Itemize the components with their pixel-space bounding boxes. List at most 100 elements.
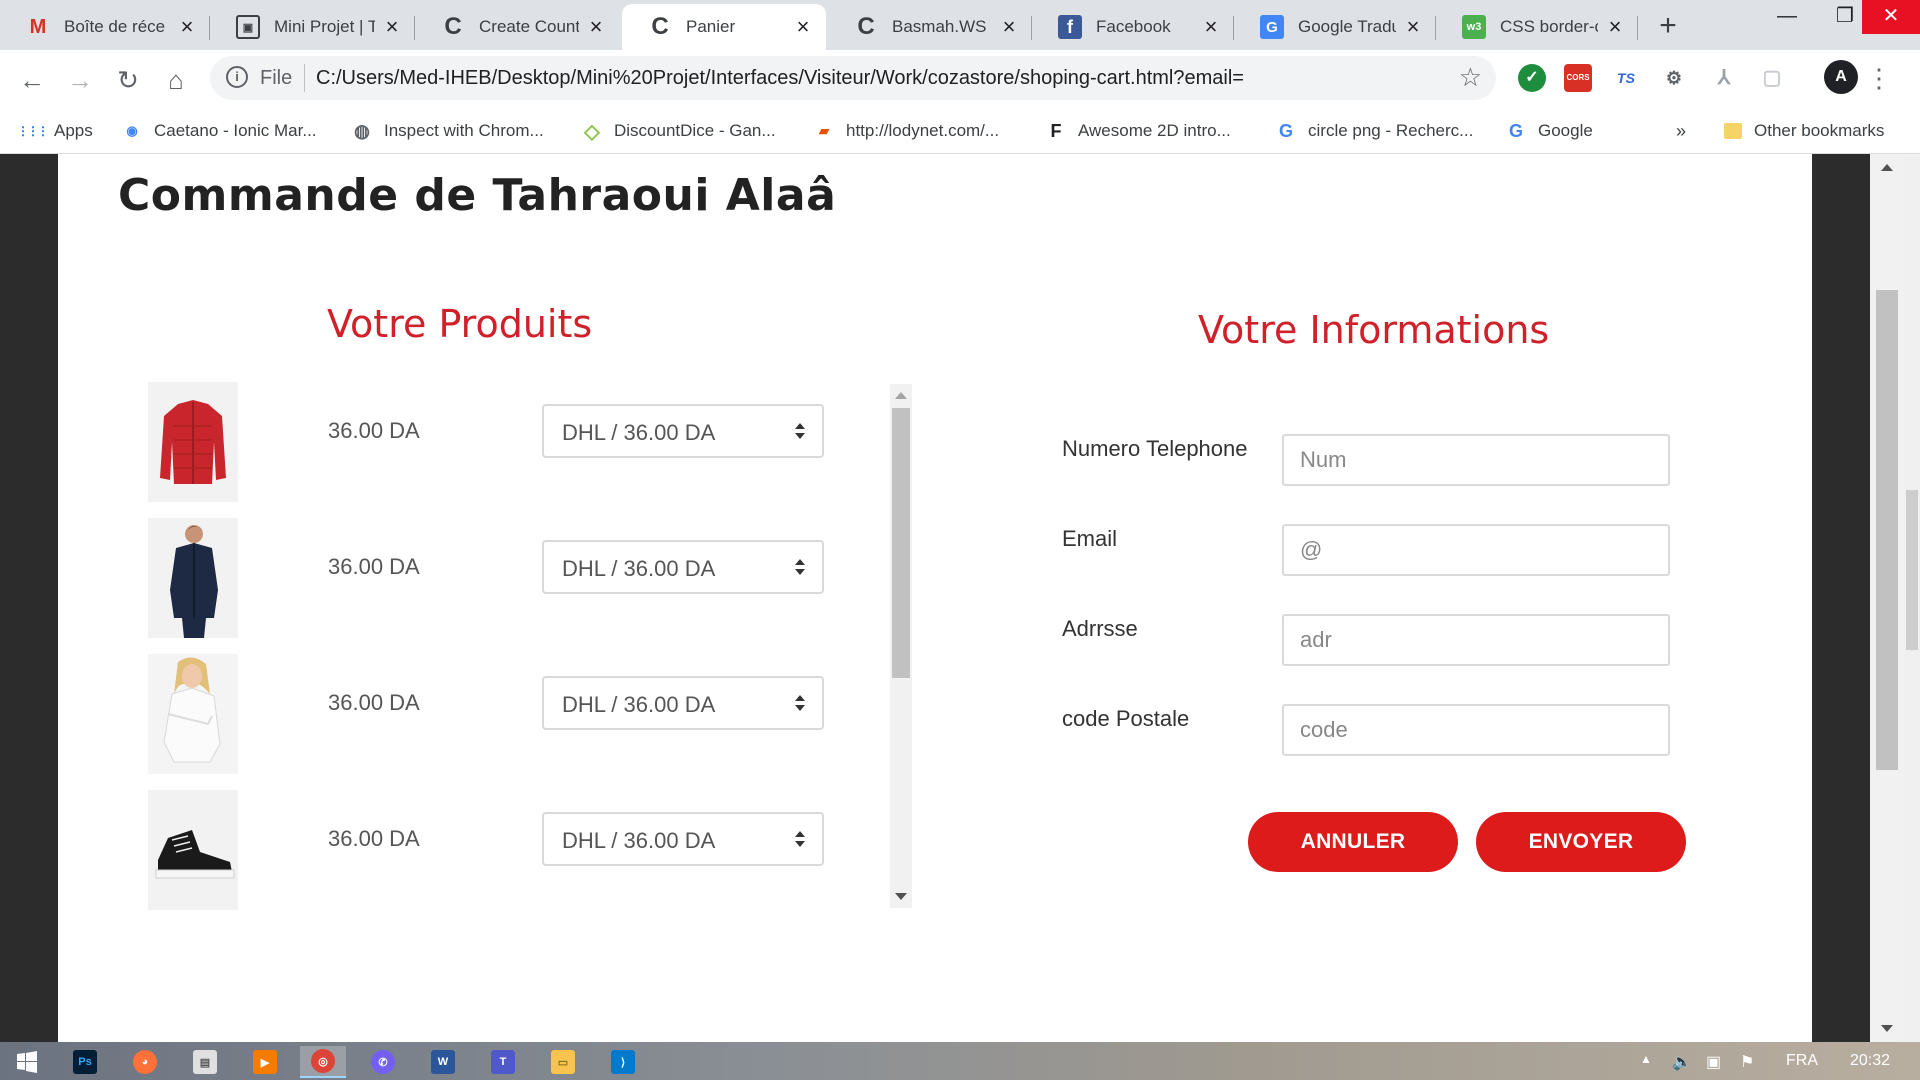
tab-facebook[interactable]: f Facebook ×: [1032, 4, 1234, 50]
tab-gmail[interactable]: M Boîte de réce ×: [0, 4, 210, 50]
chrome-icon[interactable]: ◎: [300, 1046, 346, 1078]
postal-code-input[interactable]: [1282, 704, 1670, 756]
page-scrollbar[interactable]: [1870, 154, 1904, 1042]
profile-avatar[interactable]: A: [1824, 60, 1858, 94]
url-text[interactable]: C:/Users/Med-IHEB/Desktop/Mini%20Projet/…: [316, 67, 1244, 90]
reload-icon[interactable]: ↻: [110, 62, 146, 98]
close-icon[interactable]: ×: [792, 14, 814, 40]
teams-icon[interactable]: T: [480, 1046, 526, 1078]
info-icon[interactable]: i: [226, 66, 248, 88]
shipping-select[interactable]: DHL / 36.00 DA: [542, 812, 824, 866]
shipping-select[interactable]: DHL / 36.00 DA: [542, 540, 824, 594]
clipboard-extension-icon[interactable]: ▢: [1758, 64, 1786, 92]
codepen-icon: C: [444, 13, 462, 40]
bookmark-caetano[interactable]: ◉ Caetano - Ionic Mar...: [122, 118, 316, 144]
close-icon[interactable]: ×: [1402, 14, 1424, 40]
phone-input[interactable]: [1282, 434, 1670, 486]
shipping-select-value: DHL / 36.00 DA: [562, 828, 716, 853]
tab-create-count[interactable]: C Create Count ×: [415, 4, 619, 50]
scroll-up-arrow-icon[interactable]: [895, 392, 907, 399]
email-input[interactable]: [1282, 524, 1670, 576]
diamond-icon: ◇: [584, 120, 600, 143]
media-player-icon[interactable]: ▶: [242, 1046, 288, 1078]
bookmark-lodynet[interactable]: ▰ http://lodynet.com/...: [814, 118, 999, 144]
black-sneaker-image: [148, 790, 238, 910]
scrollbar-thumb[interactable]: [892, 408, 910, 678]
tray-overflow-icon[interactable]: ▲: [1640, 1052, 1652, 1066]
phone-label: Numero Telephone: [1062, 436, 1248, 461]
firefox-icon[interactable]: ◕: [122, 1046, 168, 1078]
google-icon: G: [1278, 120, 1293, 141]
email-label: Email: [1062, 526, 1118, 551]
shipping-select[interactable]: DHL / 36.00 DA: [542, 676, 824, 730]
pdf-extension-icon[interactable]: ⅄: [1710, 64, 1738, 92]
red-jacket-image: [148, 382, 238, 502]
minimize-button[interactable]: —: [1758, 0, 1816, 34]
gear-extension-icon[interactable]: ⚙: [1660, 64, 1688, 92]
clock-time[interactable]: 20:32: [1850, 1052, 1890, 1070]
viber-icon[interactable]: ✆: [360, 1046, 406, 1078]
bookmark-google[interactable]: G Google: [1506, 118, 1593, 144]
bookmark-label: circle png - Recherc...: [1308, 121, 1474, 140]
tab-css-border[interactable]: w3 CSS border-c ×: [1436, 4, 1638, 50]
file-icon[interactable]: ▤: [182, 1046, 228, 1078]
white-shirt-woman-image: [148, 654, 238, 774]
scroll-down-arrow-icon[interactable]: [895, 893, 907, 900]
close-icon[interactable]: ×: [176, 14, 198, 40]
bookmarks-overflow-button[interactable]: »: [1676, 118, 1686, 144]
tab-google-translate[interactable]: G Google Tradu ×: [1234, 4, 1436, 50]
scroll-up-arrow-icon[interactable]: [1881, 164, 1893, 171]
close-icon[interactable]: ×: [998, 14, 1020, 40]
scrollbar-thumb[interactable]: [1906, 490, 1918, 650]
tab-title: CSS border-c: [1500, 17, 1598, 36]
bookmark-page-icon: ◉: [126, 123, 138, 138]
home-icon[interactable]: ⌂: [158, 62, 194, 98]
window-close-button[interactable]: ✕: [1862, 0, 1920, 34]
bookmark-apps[interactable]: ⋮⋮⋮ Apps: [17, 118, 93, 144]
bookmark-inspect[interactable]: ◍ Inspect with Chrom...: [352, 118, 544, 144]
cancel-button[interactable]: ANNULER: [1248, 812, 1458, 872]
forward-arrow-icon[interactable]: →: [62, 62, 98, 98]
shipping-select[interactable]: DHL / 36.00 DA: [542, 404, 824, 458]
action-center-flag-icon[interactable]: ⚑: [1740, 1052, 1754, 1072]
bookmark-discountdice[interactable]: ◇ DiscountDice - Gan...: [582, 118, 775, 144]
address-input[interactable]: [1282, 614, 1670, 666]
language-indicator[interactable]: FRA: [1786, 1052, 1818, 1070]
codepen-icon: C: [651, 13, 669, 40]
close-icon[interactable]: ×: [381, 14, 403, 40]
tab-panier[interactable]: C Panier ×: [622, 4, 826, 50]
page-container: Commande de Tahraoui Alaâ Votre Produits…: [58, 154, 1812, 1042]
window-scrollbar[interactable]: [1904, 154, 1920, 1042]
product-list-scrollbar[interactable]: [890, 384, 912, 908]
back-arrow-icon[interactable]: ←: [14, 62, 50, 98]
windows-start-icon[interactable]: [4, 1046, 50, 1078]
file-explorer-icon[interactable]: ▭: [540, 1046, 586, 1078]
facebook-icon: f: [1058, 15, 1082, 39]
address-label: Adrrsse: [1062, 616, 1138, 641]
bookmark-circle-png[interactable]: G circle png - Recherc...: [1276, 118, 1473, 144]
word-icon[interactable]: W: [420, 1046, 466, 1078]
tab-mini-projet[interactable]: ▣ Mini Projet | T ×: [210, 4, 415, 50]
star-icon[interactable]: ☆: [1459, 62, 1482, 93]
scrollbar-thumb[interactable]: [1876, 290, 1898, 770]
menu-dots-icon[interactable]: ⋮: [1866, 58, 1892, 98]
address-bar[interactable]: i File C:/Users/Med-IHEB/Desktop/Mini%20…: [210, 56, 1496, 100]
windows-taskbar: Ps ◕ ▤ ▶ ◎ ✆ W T ▭ ⟩ ▲ 🔈 ▣ ⚑ FRA 20:32: [0, 1042, 1920, 1080]
ts-extension-icon[interactable]: TS: [1612, 64, 1640, 92]
volume-icon[interactable]: 🔈: [1672, 1052, 1692, 1072]
send-button[interactable]: ENVOYER: [1476, 812, 1686, 872]
close-icon[interactable]: ×: [1200, 14, 1222, 40]
network-icon[interactable]: ▣: [1706, 1052, 1721, 1072]
bookmark-awesome-2d[interactable]: F Awesome 2D intro...: [1046, 118, 1231, 144]
close-icon[interactable]: ×: [1604, 14, 1626, 40]
new-tab-button[interactable]: +: [1652, 10, 1684, 42]
other-bookmarks[interactable]: Other bookmarks: [1724, 118, 1884, 144]
cors-extension-icon[interactable]: CORS: [1564, 64, 1592, 92]
vscode-icon[interactable]: ⟩: [600, 1046, 646, 1078]
photoshop-icon[interactable]: Ps: [62, 1046, 108, 1078]
codepen-icon: C: [857, 13, 875, 40]
tab-basmah[interactable]: C Basmah.WS ×: [828, 4, 1032, 50]
check-extension-icon[interactable]: ✓: [1518, 64, 1546, 92]
scroll-down-arrow-icon[interactable]: [1881, 1025, 1893, 1032]
close-icon[interactable]: ×: [585, 14, 607, 40]
